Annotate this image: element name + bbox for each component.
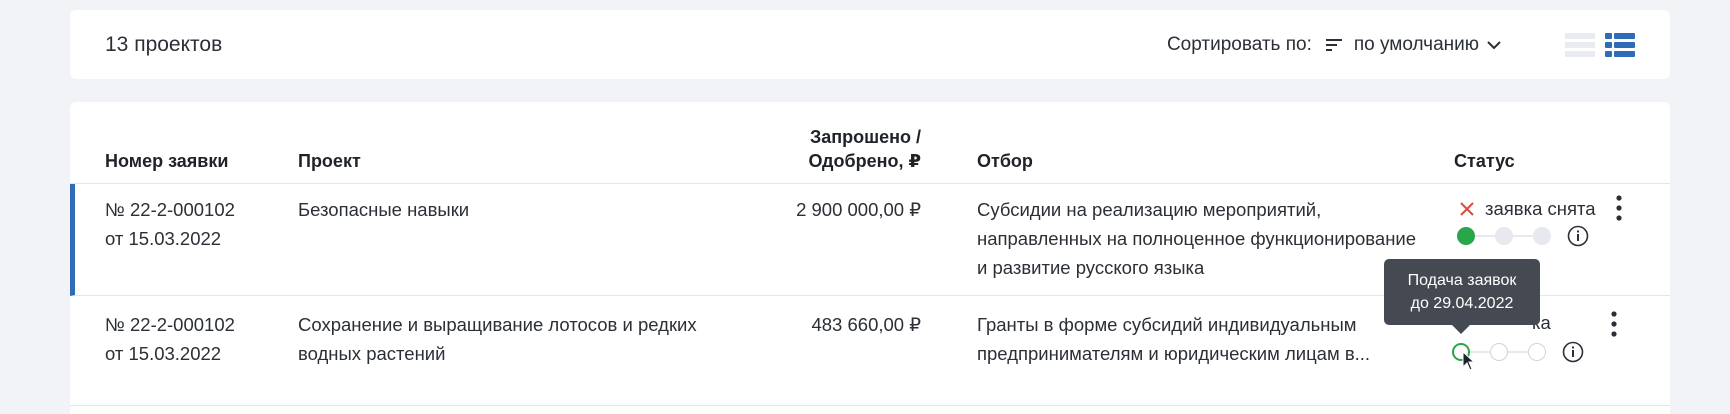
- header-project: Проект: [298, 151, 361, 171]
- sort-label: Сортировать по:: [1166, 33, 1312, 55]
- tooltip-line: до 29.04.2022: [1410, 295, 1514, 312]
- selection-line: Гранты в форме субсидий индивидуальным: [977, 314, 1357, 335]
- close-x-icon: [1460, 202, 1474, 216]
- row-selection: Субсидии на реализацию мероприятий, напр…: [977, 195, 1416, 282]
- kebab-menu-icon[interactable]: [1610, 310, 1618, 338]
- selection-line: направленных на полноценное функциониров…: [977, 228, 1417, 249]
- row-project: Безопасные навыки: [298, 199, 470, 220]
- header-amount-line2: Одобрено, ₽: [808, 151, 922, 171]
- row-amount: 483 660,00 ₽: [811, 314, 921, 335]
- header-amount: Запрошено / Одобрено, ₽: [690, 125, 922, 173]
- applications-table: Номер заявки Проект Запрошено / Одобрено…: [70, 102, 1670, 414]
- step-dot-pending[interactable]: [1528, 343, 1546, 361]
- projects-count: 13 проектов: [105, 32, 223, 56]
- selection-line: Субсидии на реализацию мероприятий,: [977, 199, 1322, 220]
- project-line: водных растений: [298, 343, 446, 364]
- header-number: Номер заявки: [105, 151, 229, 171]
- status-progress: [1457, 227, 1551, 245]
- step-tooltip: Подача заявок до 29.04.2022: [1384, 259, 1540, 334]
- application-number: № 22-2-000102: [105, 314, 235, 335]
- step-dot-complete[interactable]: [1457, 227, 1475, 245]
- info-icon[interactable]: [1567, 225, 1589, 247]
- list-view-icon[interactable]: [1565, 32, 1595, 58]
- status-badge: заявка снята: [1459, 198, 1596, 220]
- status-text: заявка снята: [1485, 198, 1596, 219]
- application-number: № 22-2-000102: [105, 199, 235, 220]
- row-project: Сохранение и выращивание лотосов и редки…: [298, 310, 697, 368]
- project-line: Сохранение и выращивание лотосов и редки…: [298, 314, 697, 335]
- step-dot-pending[interactable]: [1533, 227, 1551, 245]
- sort-dropdown[interactable]: по умолчанию: [1354, 34, 1479, 56]
- table-view-icon[interactable]: [1605, 32, 1635, 58]
- row-number: № 22-2-000102 от 15.03.2022: [105, 195, 235, 253]
- selection-line: и развитие русского языка: [977, 257, 1205, 278]
- sort-lines-icon[interactable]: [1325, 38, 1344, 52]
- header-status: Статус: [1454, 151, 1515, 171]
- step-link: [1475, 235, 1495, 237]
- tooltip-line: Подача заявок: [1407, 272, 1517, 289]
- kebab-menu-icon[interactable]: [1615, 194, 1623, 222]
- row-amount: 2 900 000,00 ₽: [796, 199, 921, 220]
- application-date: от 15.03.2022: [105, 343, 222, 364]
- row-number: № 22-2-000102 от 15.03.2022: [105, 310, 235, 368]
- step-dot-pending[interactable]: [1495, 227, 1513, 245]
- step-link: [1508, 351, 1528, 353]
- header-selection: Отбор: [977, 151, 1033, 171]
- header-amount-line1: Запрошено /: [809, 127, 921, 147]
- table-header: Номер заявки Проект Запрошено / Одобрено…: [70, 102, 1670, 184]
- info-icon[interactable]: [1562, 341, 1584, 363]
- step-dot-pending[interactable]: [1490, 343, 1508, 361]
- chevron-down-icon[interactable]: [1487, 40, 1501, 50]
- application-date: от 15.03.2022: [105, 228, 222, 249]
- step-link: [1513, 235, 1533, 237]
- selection-line: предпринимателям и юридическим лицам в..…: [977, 343, 1371, 364]
- projects-toolbar: 13 проектов Сортировать по: по умолчанию: [70, 10, 1670, 79]
- row-selection: Гранты в форме субсидий индивидуальным п…: [977, 310, 1370, 368]
- mouse-cursor-icon: [1462, 351, 1476, 371]
